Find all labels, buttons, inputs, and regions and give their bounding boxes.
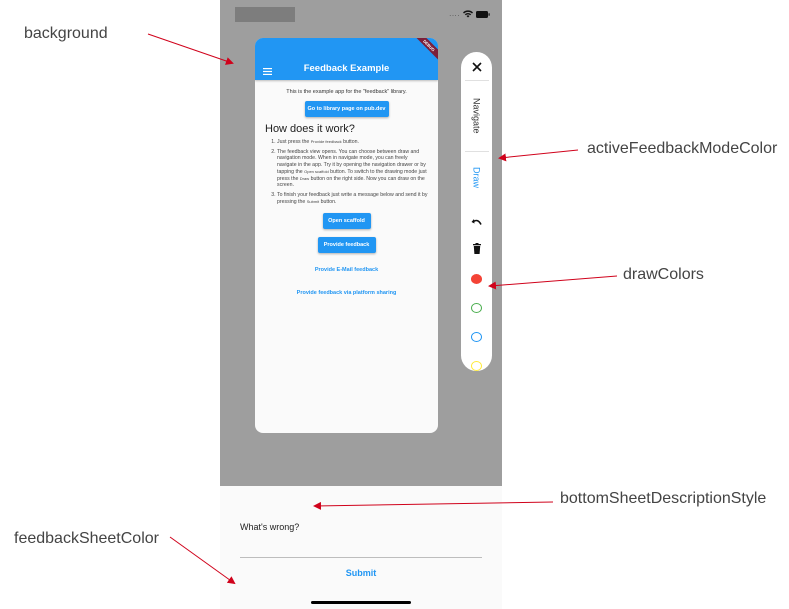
arrow-active-mode-color xyxy=(498,149,579,162)
draw-mode-button[interactable]: Draw xyxy=(472,152,482,204)
annotation-active-mode-color: activeFeedbackModeColor xyxy=(587,140,778,157)
app-bar: Feedback Example DEBUG xyxy=(255,38,438,80)
annotation-draw-colors: drawColors xyxy=(623,266,704,283)
arrow-draw-colors xyxy=(488,275,618,290)
step-code: Draw xyxy=(299,175,310,181)
wifi-icon xyxy=(463,10,473,18)
step-text: button. xyxy=(341,139,359,145)
battery-icon xyxy=(476,10,490,18)
submit-button[interactable]: Submit xyxy=(220,568,502,578)
step-text: To finish your feedback just write a mes… xyxy=(277,191,428,205)
app-preview-card: Feedback Example DEBUG This is the examp… xyxy=(255,38,438,433)
open-scaffold-button[interactable]: Open scaffold xyxy=(322,213,371,230)
status-bar-icons: .... xyxy=(449,9,490,19)
draw-color-green[interactable] xyxy=(471,302,482,313)
undo-icon[interactable] xyxy=(471,216,482,229)
step-code: Provide feedback xyxy=(310,139,342,144)
navigate-mode-button[interactable]: Navigate xyxy=(472,81,482,151)
phone-screen: .... Feedback Example DEBUG This is the … xyxy=(220,0,502,609)
annotation-sheet-color: feedbackSheetColor xyxy=(14,530,159,547)
draw-color-yellow[interactable] xyxy=(471,360,482,371)
intro-text: This is the example app for the "feedbac… xyxy=(286,89,407,95)
step-text: button. xyxy=(319,198,337,205)
feedback-text-input[interactable] xyxy=(240,557,482,558)
annotation-description-style: bottomSheetDescriptionStyle xyxy=(560,490,767,507)
how-it-works-heading: How does it work? xyxy=(265,123,355,135)
annotation-background: background xyxy=(24,25,108,42)
step-text: Just press the xyxy=(277,139,311,145)
step-code: Submit xyxy=(306,198,320,204)
home-indicator xyxy=(311,601,411,604)
draw-color-blue[interactable] xyxy=(471,331,482,342)
app-title: Feedback Example xyxy=(303,63,390,74)
status-time-redacted xyxy=(235,7,295,22)
app-body: This is the example app for the "feedbac… xyxy=(255,80,438,296)
step-item: The feedback view opens. You can choose … xyxy=(277,149,428,189)
feedback-sheet: What's wrong? Submit xyxy=(220,486,502,609)
step-item: Just press the Provide feedback button. xyxy=(277,139,428,146)
platform-sharing-link[interactable]: Provide feedback via platform sharing xyxy=(265,290,428,296)
step-item: To finish your feedback just write a mes… xyxy=(277,192,428,205)
library-page-button[interactable]: Go to library page on pub.dev xyxy=(304,101,389,117)
steps-list: Just press the Provide feedback button. … xyxy=(265,139,428,205)
provide-feedback-button[interactable]: Provide feedback xyxy=(317,237,376,254)
draw-color-red[interactable] xyxy=(471,273,482,284)
step-code: Open scaffold xyxy=(304,168,329,174)
signal-icon: .... xyxy=(449,9,460,18)
trash-icon[interactable] xyxy=(472,242,481,255)
debug-banner: DEBUG xyxy=(408,38,438,66)
close-icon[interactable] xyxy=(469,60,485,74)
sheet-description: What's wrong? xyxy=(240,522,300,532)
feedback-controls: Navigate Draw xyxy=(461,52,492,371)
email-feedback-link[interactable]: Provide E-Mail feedback xyxy=(265,267,428,273)
